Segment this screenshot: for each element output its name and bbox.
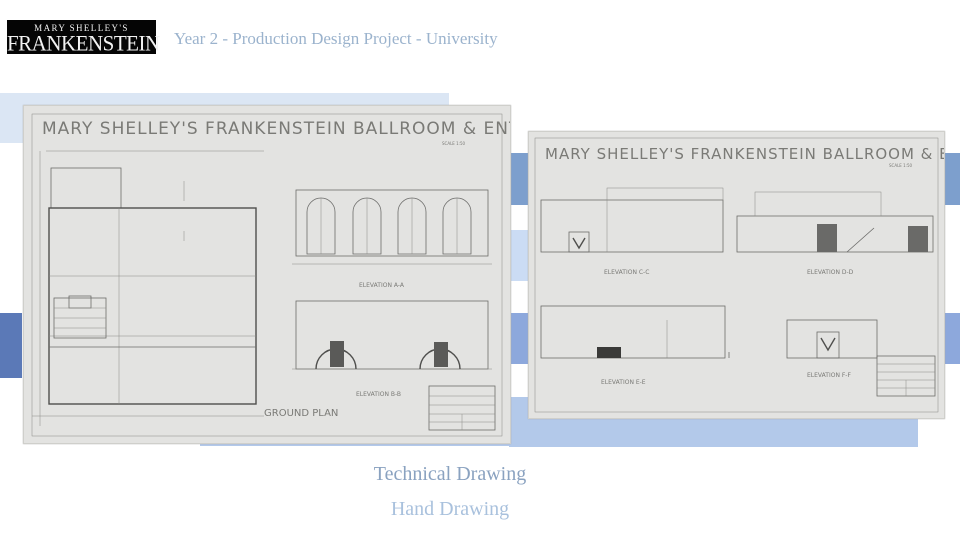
decor-block-mid-1 [509,153,528,205]
technical-drawing-elevations: MARY SHELLEY'S FRANKENSTEIN BALLROOM & E… [528,131,945,419]
frankenstein-logo: MARY SHELLEY'S FRANKENSTEIN [7,20,160,56]
caption-technical-drawing: Technical Drawing [373,463,527,485]
page-title: Year 2 - Production Design Project - Uni… [174,29,498,48]
ground-plan-drawing: MARY SHELLEY'S FRANKENSTEIN BALLROOM & E… [31,113,510,437]
sheet1-title: MARY SHELLEY'S FRANKENSTEIN BALLROOM & E… [42,119,510,139]
sheet2-scale: SCALE 1:50 [889,163,913,168]
elevation-a-label: ELEVATION A-A [359,282,405,289]
logo-line-2: FRANKENSTEIN [7,30,160,56]
decor-block-mid-2 [509,230,528,281]
decor-block-right-2 [944,313,960,364]
elevations-drawing: MARY SHELLEY'S FRANKENSTEIN BALLROOM & E… [534,137,944,413]
decor-block-left [0,313,22,378]
caption-hand-drawing: Hand Drawing [390,498,510,520]
technical-drawing-ground-plan: MARY SHELLEY'S FRANKENSTEIN BALLROOM & E… [23,105,511,444]
decor-block-right-1 [944,153,960,205]
sheet2-title: MARY SHELLEY'S FRANKENSTEIN BALLROOM & E… [545,145,944,163]
decor-block-mid-3 [509,313,528,364]
elevation-e-label: ELEVATION E-E [601,379,646,386]
elevation-d-label: ELEVATION D-D [807,269,854,276]
elevation-b-label: ELEVATION B-B [356,391,401,398]
sheet1-scale: SCALE 1:50 [442,141,466,146]
elevation-c-label: ELEVATION C-C [604,269,649,276]
elevation-f-label: ELEVATION F-F [807,372,851,379]
ground-plan-label: GROUND PLAN [264,408,338,419]
